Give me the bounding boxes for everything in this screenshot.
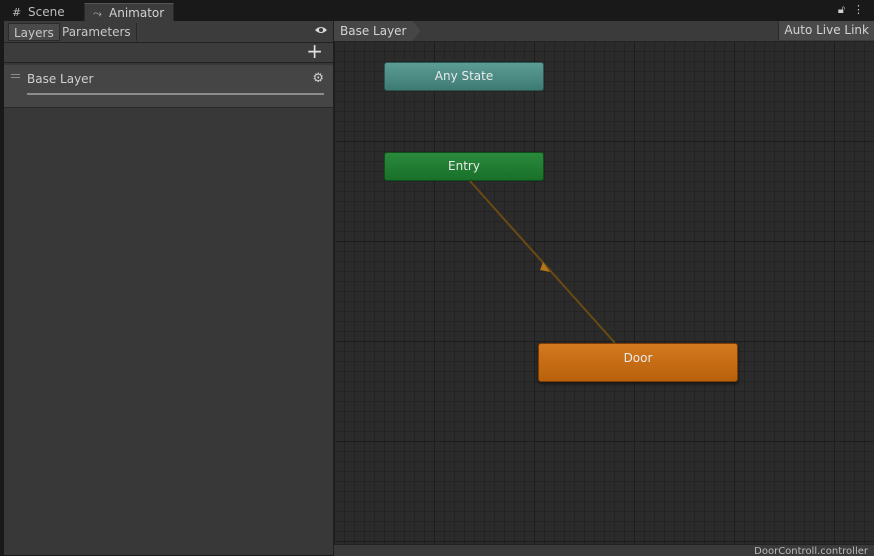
tab-animator-label: Animator [109, 6, 165, 20]
more-options-icon[interactable]: ⋮ [853, 3, 864, 16]
drag-handle-icon[interactable] [11, 74, 20, 80]
auto-live-link-button[interactable]: Auto Live Link [778, 21, 874, 40]
layers-panel: Layers Parameters + Base Layer ⚙ [4, 21, 334, 555]
tab-animator[interactable]: ⤳ Animator [84, 3, 174, 21]
tab-scene[interactable]: # Scene [4, 3, 80, 21]
breadcrumb[interactable]: Base Layer [334, 21, 421, 41]
graph-toolbar: Base Layer Auto Live Link [334, 21, 874, 42]
layer-weight-slider[interactable] [27, 93, 324, 95]
gear-icon[interactable]: ⚙ [312, 71, 324, 86]
tab-layers[interactable]: Layers [8, 23, 60, 41]
tab-parameters[interactable]: Parameters [57, 23, 137, 41]
add-layer-button[interactable]: + [306, 40, 323, 62]
status-bar: DoorControll.controller [334, 544, 874, 556]
state-entry[interactable]: Entry [384, 152, 544, 181]
layer-name: Base Layer [27, 72, 94, 86]
transition-layer [469, 180, 616, 344]
editor-tab-bar: # Scene ⤳ Animator 🔓︎ ⋮ [0, 0, 874, 21]
transition-entry-to-door[interactable] [469, 180, 616, 344]
window-controls: 🔓︎ ⋮ [830, 3, 864, 19]
add-layer-row: + [4, 40, 333, 63]
layers-toolbar: Layers Parameters [4, 21, 333, 43]
tab-scene-label: Scene [28, 5, 65, 19]
layer-item-base-layer[interactable]: Base Layer ⚙ [4, 65, 333, 108]
state-door[interactable]: Door [538, 343, 738, 382]
grid-icon: # [12, 6, 22, 19]
animator-graph-view[interactable]: Base Layer Auto Live Link Any State Entr… [334, 21, 874, 556]
lock-icon[interactable]: 🔓︎ [838, 3, 845, 16]
eye-icon[interactable] [314, 25, 328, 35]
state-any-state[interactable]: Any State [384, 62, 544, 91]
